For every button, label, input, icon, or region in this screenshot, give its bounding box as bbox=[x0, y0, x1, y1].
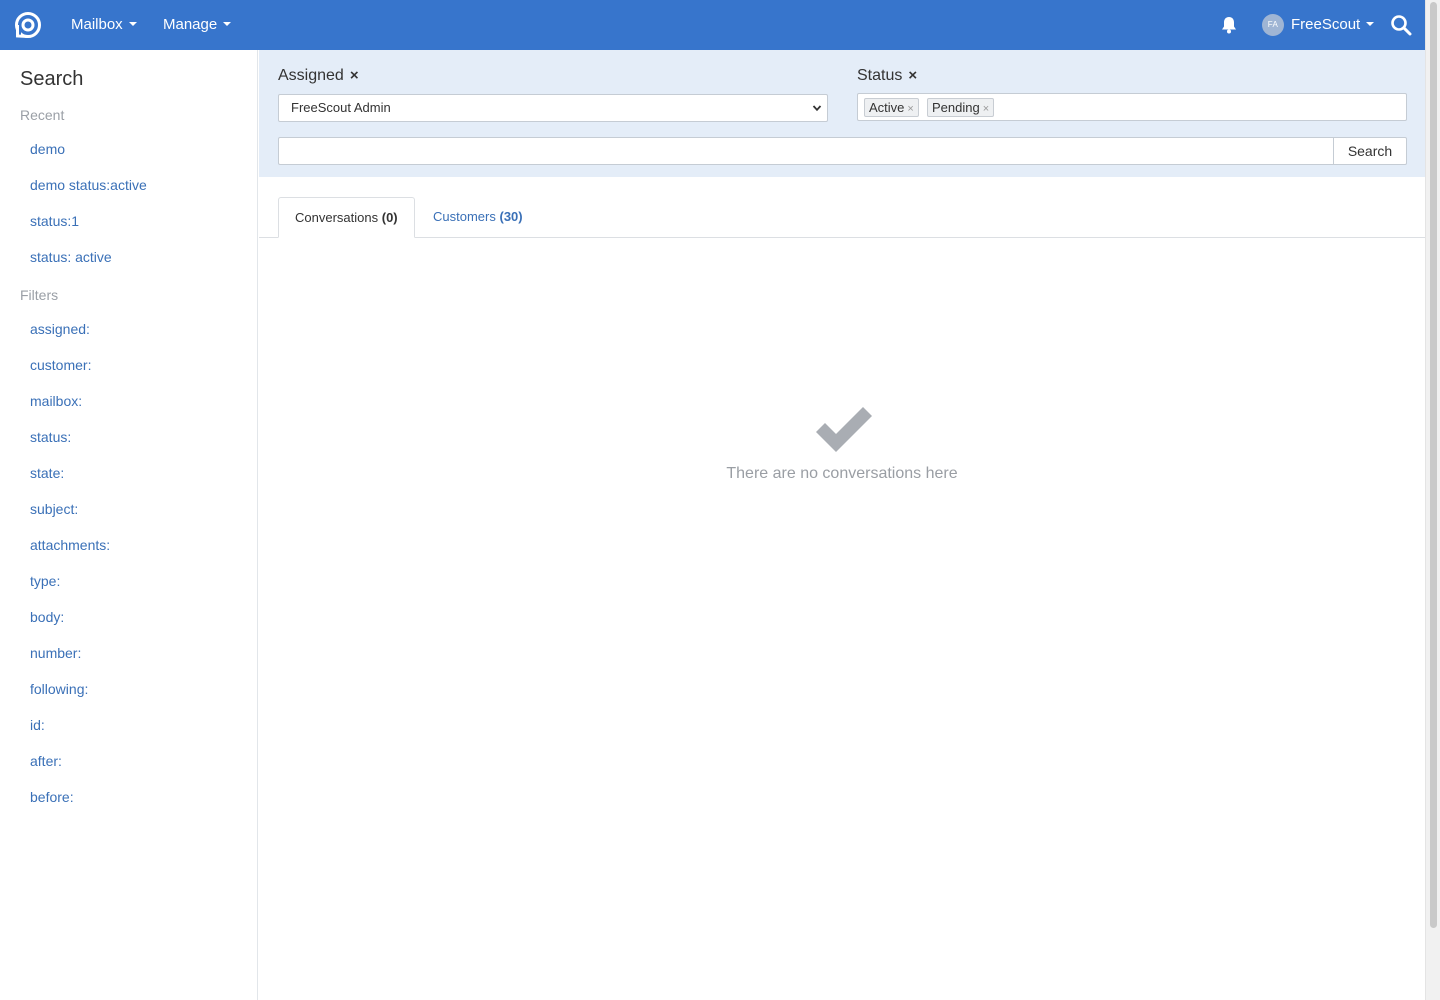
filter-item-id[interactable]: id: bbox=[30, 717, 45, 733]
status-label-text: Status bbox=[857, 67, 903, 84]
tab-customers[interactable]: Customers (30) bbox=[417, 197, 539, 238]
sidebar: Search Recent demo demo status:active st… bbox=[0, 50, 258, 1000]
bell-icon[interactable] bbox=[1219, 15, 1239, 35]
search-button[interactable]: Search bbox=[1333, 137, 1407, 165]
freescout-logo-icon[interactable] bbox=[14, 11, 42, 39]
manage-menu[interactable]: Manage bbox=[163, 0, 232, 50]
assigned-select-value: FreeScout Admin bbox=[291, 100, 391, 115]
caret-down-icon bbox=[223, 22, 232, 27]
filter-item-subject[interactable]: subject: bbox=[30, 501, 78, 517]
remove-status-filter-icon[interactable]: × bbox=[908, 67, 917, 84]
status-tag-label: Pending bbox=[932, 100, 980, 115]
remove-tag-icon[interactable]: × bbox=[983, 103, 989, 115]
user-menu[interactable]: FreeScout bbox=[1291, 0, 1375, 50]
mailbox-menu[interactable]: Mailbox bbox=[71, 0, 137, 50]
tab-conversations-count: (0) bbox=[381, 210, 398, 225]
filter-item-state[interactable]: state: bbox=[30, 465, 64, 481]
filter-panel: Assigned × FreeScout Admin Status × Active… bbox=[259, 50, 1425, 177]
filter-item-body[interactable]: body: bbox=[30, 609, 64, 625]
manage-menu-label: Manage bbox=[163, 16, 218, 33]
main-content: Assigned × FreeScout Admin Status × Active… bbox=[259, 50, 1425, 1000]
empty-state-message: There are no conversations here bbox=[726, 465, 958, 482]
page-scrollbar[interactable] bbox=[1425, 0, 1440, 1000]
filter-item-status[interactable]: status: bbox=[30, 429, 71, 445]
search-input[interactable] bbox=[278, 137, 1334, 165]
recent-search-item[interactable]: status:1 bbox=[30, 213, 79, 229]
chevron-down-icon bbox=[812, 105, 822, 112]
user-avatar[interactable]: FA bbox=[1262, 14, 1284, 36]
recent-search-item[interactable]: demo bbox=[30, 141, 65, 157]
tab-conversations[interactable]: Conversations (0) bbox=[278, 197, 415, 238]
tab-customers-label: Customers bbox=[433, 209, 496, 224]
assigned-filter-label: Assigned × bbox=[278, 67, 359, 85]
filter-item-customer[interactable]: customer: bbox=[30, 357, 91, 373]
filter-item-number[interactable]: number: bbox=[30, 645, 81, 661]
filters-heading: Filters bbox=[20, 287, 59, 303]
caret-down-icon bbox=[1366, 22, 1375, 27]
check-icon bbox=[816, 407, 872, 452]
recent-heading: Recent bbox=[20, 107, 65, 123]
top-navbar: Mailbox Manage FA FreeScout bbox=[0, 0, 1425, 50]
filter-item-assigned[interactable]: assigned: bbox=[30, 321, 90, 337]
status-tag-label: Active bbox=[869, 100, 905, 115]
status-tag-active: Active × bbox=[864, 98, 919, 117]
scrollbar-thumb[interactable] bbox=[1430, 2, 1437, 928]
search-icon[interactable] bbox=[1390, 14, 1412, 36]
filter-item-attachments[interactable]: attachments: bbox=[30, 537, 110, 553]
status-filter-label: Status × bbox=[857, 67, 917, 85]
mailbox-menu-label: Mailbox bbox=[71, 16, 123, 33]
caret-down-icon bbox=[128, 22, 137, 27]
remove-tag-icon[interactable]: × bbox=[907, 103, 913, 115]
sidebar-title: Search bbox=[20, 68, 84, 90]
tab-conversations-label: Conversations bbox=[295, 210, 379, 225]
assigned-select[interactable]: FreeScout Admin bbox=[278, 94, 828, 122]
assigned-label-text: Assigned bbox=[278, 67, 344, 84]
filter-item-following[interactable]: following: bbox=[30, 681, 88, 697]
recent-search-item[interactable]: demo status:active bbox=[30, 177, 147, 193]
status-tag-pending: Pending × bbox=[927, 98, 995, 117]
user-menu-label: FreeScout bbox=[1291, 16, 1361, 33]
tab-customers-count: (30) bbox=[499, 209, 523, 224]
filter-item-after[interactable]: after: bbox=[30, 753, 62, 769]
recent-search-item[interactable]: status: active bbox=[30, 249, 112, 265]
remove-assigned-filter-icon[interactable]: × bbox=[350, 67, 359, 84]
filter-item-mailbox[interactable]: mailbox: bbox=[30, 393, 82, 409]
status-tag-input[interactable]: Active × Pending × bbox=[857, 93, 1407, 121]
filter-item-type[interactable]: type: bbox=[30, 573, 60, 589]
filter-item-before[interactable]: before: bbox=[30, 789, 74, 805]
